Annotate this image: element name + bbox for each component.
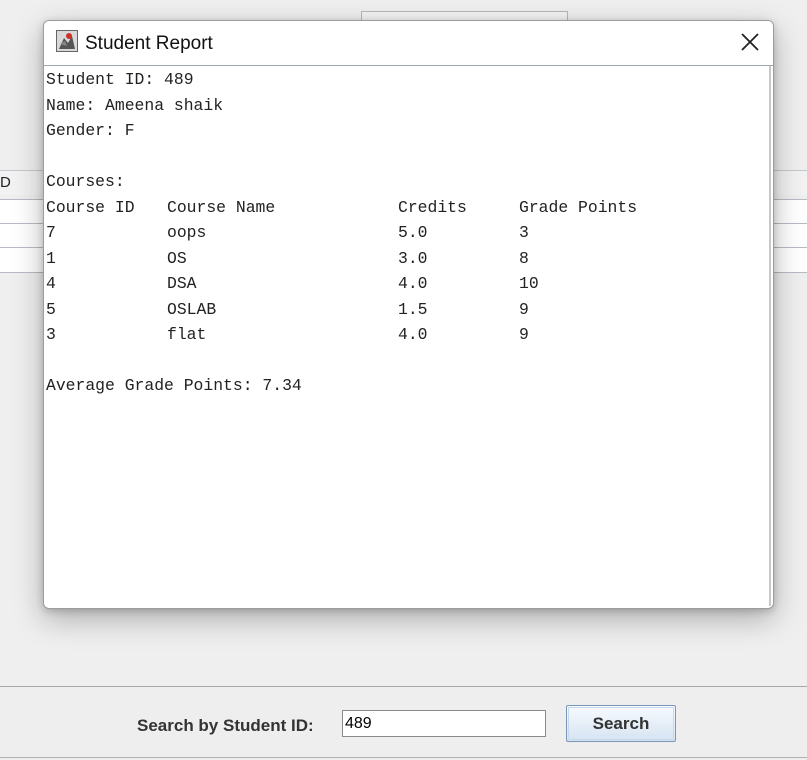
dialog-title: Student Report bbox=[85, 33, 213, 54]
column-header-grade-points: Grade Points bbox=[519, 198, 638, 217]
course-row: 3 flat 4.0 9 bbox=[46, 324, 766, 346]
column-header-course-id: Course ID bbox=[46, 198, 135, 217]
divider bbox=[0, 757, 807, 758]
search-button[interactable]: Search bbox=[566, 705, 676, 742]
dialog-titlebar[interactable]: Student Report bbox=[44, 21, 773, 66]
course-grade-points: 9 bbox=[519, 325, 529, 344]
course-id: 7 bbox=[46, 223, 56, 242]
course-id: 3 bbox=[46, 325, 56, 344]
column-header-course-name: Course Name bbox=[167, 198, 276, 217]
course-credits: 3.0 bbox=[398, 249, 428, 268]
java-app-icon bbox=[56, 30, 78, 52]
course-name: DSA bbox=[167, 274, 197, 293]
student-id-line: Student ID: 489 bbox=[46, 70, 194, 89]
course-id: 4 bbox=[46, 274, 56, 293]
average-grade-points-line: Average Grade Points: 7.34 bbox=[46, 376, 302, 395]
courses-heading: Courses: bbox=[46, 172, 125, 191]
course-credits: 1.5 bbox=[398, 300, 428, 319]
course-credits: 4.0 bbox=[398, 274, 428, 293]
course-id: 1 bbox=[46, 249, 56, 268]
course-row: 1 OS 3.0 8 bbox=[46, 248, 766, 270]
course-name: oops bbox=[167, 223, 207, 242]
report-text-area[interactable]: Student ID: 489 Name: Ameena shaik Gende… bbox=[46, 66, 771, 606]
close-icon[interactable] bbox=[737, 29, 763, 55]
courses-header-row: Course ID Course Name Credits Grade Poin… bbox=[46, 197, 766, 219]
course-credits: 5.0 bbox=[398, 223, 428, 242]
background-table-header-label: D bbox=[0, 174, 11, 191]
course-credits: 4.0 bbox=[398, 325, 428, 344]
course-grade-points: 3 bbox=[519, 223, 529, 242]
search-label: Search by Student ID: bbox=[137, 716, 314, 735]
course-name: OSLAB bbox=[167, 300, 217, 319]
course-grade-points: 8 bbox=[519, 249, 529, 268]
course-name: OS bbox=[167, 249, 187, 268]
course-row: 5 OSLAB 1.5 9 bbox=[46, 299, 766, 321]
course-row: 7 oops 5.0 3 bbox=[46, 222, 766, 244]
course-grade-points: 10 bbox=[519, 274, 539, 293]
course-row: 4 DSA 4.0 10 bbox=[46, 273, 766, 295]
student-report-dialog: Student Report Student ID: 489 Name: Ame… bbox=[43, 20, 774, 609]
course-name: flat bbox=[167, 325, 207, 344]
student-name-line: Name: Ameena shaik bbox=[46, 96, 224, 115]
text-area-edge bbox=[769, 66, 771, 606]
student-id-search-input[interactable] bbox=[342, 710, 546, 737]
student-gender-line: Gender: F bbox=[46, 121, 135, 140]
column-header-credits: Credits bbox=[398, 198, 467, 217]
course-grade-points: 9 bbox=[519, 300, 529, 319]
course-id: 5 bbox=[46, 300, 56, 319]
